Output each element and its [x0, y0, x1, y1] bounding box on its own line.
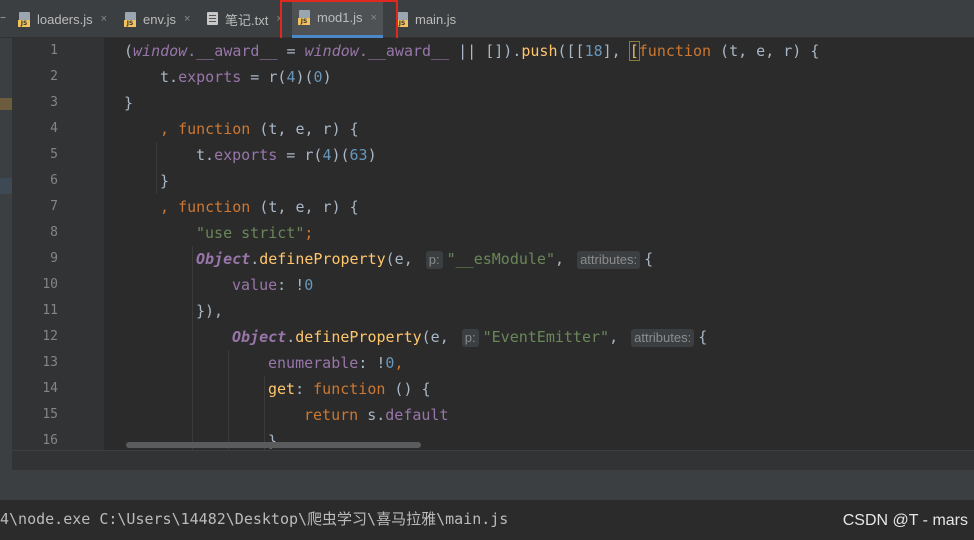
- line-number: 2: [50, 69, 58, 84]
- code-line-8: "use strict";: [196, 224, 314, 242]
- tab-label: mod1.js: [317, 10, 363, 25]
- param-hint: attributes:: [631, 328, 695, 347]
- line-numbers: 1 2 3 4 5 6 7 8 9 10 11 12 13 14 15 16: [12, 38, 60, 450]
- code-line-10: value: !0: [232, 276, 314, 294]
- horizontal-scrollbar[interactable]: [126, 442, 421, 448]
- code-line-1: (window.__award__ = window.__award__ || …: [124, 41, 820, 61]
- code-line-14: get: function () {: [268, 380, 431, 398]
- js-file-icon: JS: [124, 11, 137, 27]
- close-tab-icon[interactable]: ×: [276, 13, 282, 25]
- line-number: 10: [42, 277, 58, 292]
- line-number: 15: [42, 407, 58, 422]
- text-file-icon: [206, 11, 219, 27]
- code-line-7: , function (t, e, r) {: [160, 198, 359, 216]
- editor-bottom-bar: [12, 450, 974, 470]
- line-number: 14: [42, 381, 58, 396]
- js-file-icon: JS: [18, 11, 31, 27]
- tab-label: 笔记.txt: [225, 12, 269, 28]
- line-number: 13: [42, 355, 58, 370]
- code-line-6: }: [160, 172, 170, 190]
- line-number: 5: [50, 147, 58, 162]
- tab-main-js[interactable]: JS main.js: [396, 0, 462, 38]
- line-number: 4: [50, 121, 58, 136]
- line-number: 1: [50, 43, 58, 58]
- code-line-4: , function (t, e, r) {: [160, 120, 359, 138]
- code-line-15: return s.default: [304, 406, 449, 424]
- run-tool-strip: [0, 470, 974, 500]
- tab-scroll-left-icon[interactable]: –: [0, 10, 10, 28]
- tab-loaders-js[interactable]: JS loaders.js ×: [18, 0, 113, 38]
- param-hint: p:: [461, 328, 479, 347]
- code-line-9: Object.defineProperty(e, p: "__esModule",…: [196, 250, 654, 269]
- code-line-5: t.exports = r(4)(63): [196, 146, 377, 164]
- line-number: 9: [50, 251, 58, 266]
- tab-label: env.js: [143, 11, 176, 27]
- marker-bookmark: [0, 98, 12, 110]
- line-number: 7: [50, 199, 58, 214]
- js-file-icon: JS: [396, 11, 409, 27]
- code-editor[interactable]: (window.__award__ = window.__award__ || …: [104, 38, 974, 450]
- tab-env-js[interactable]: JS env.js ×: [124, 0, 196, 38]
- line-number: 8: [50, 225, 58, 240]
- indent-guide: [192, 246, 193, 450]
- close-tab-icon[interactable]: ×: [184, 13, 190, 25]
- line-number: 12: [42, 329, 58, 344]
- param-hint: attributes:: [577, 250, 641, 269]
- line-number: 6: [50, 173, 58, 188]
- tab-label: loaders.js: [37, 11, 93, 27]
- code-line-13: enumerable: !0,: [268, 354, 404, 372]
- code-line-3: }: [124, 94, 134, 112]
- run-console: 4\node.exe C:\Users\14482\Desktop\爬虫学习\喜…: [0, 500, 974, 540]
- code-line-12: Object.defineProperty(e, p: "EventEmitter…: [232, 328, 708, 347]
- code-line-11: }),: [196, 302, 224, 320]
- close-tab-icon[interactable]: ×: [101, 13, 107, 25]
- console-command-line: 4\node.exe C:\Users\14482\Desktop\爬虫学习\喜…: [0, 510, 509, 528]
- indent-guide: [228, 350, 229, 450]
- tab-mod1-js[interactable]: JS mod1.js ×: [292, 0, 383, 38]
- indent-guide: [156, 142, 157, 194]
- indent-guide: [264, 376, 265, 450]
- marker-selection: [0, 178, 12, 194]
- js-file-icon: JS: [298, 10, 311, 25]
- left-tool-strip: [0, 38, 12, 470]
- tab-label: main.js: [415, 11, 457, 27]
- code-line-2: t.exports = r(4)(0): [160, 68, 332, 86]
- line-number: 3: [50, 95, 58, 110]
- watermark: CSDN @T - mars: [842, 512, 968, 529]
- line-number: 11: [42, 303, 58, 318]
- param-hint: p:: [425, 250, 443, 269]
- tab-notes-txt[interactable]: 笔记.txt ×: [206, 0, 289, 38]
- close-tab-icon[interactable]: ×: [371, 12, 377, 24]
- editor-tab-bar: – JS loaders.js × JS env.js × 笔记.txt × J…: [0, 0, 974, 38]
